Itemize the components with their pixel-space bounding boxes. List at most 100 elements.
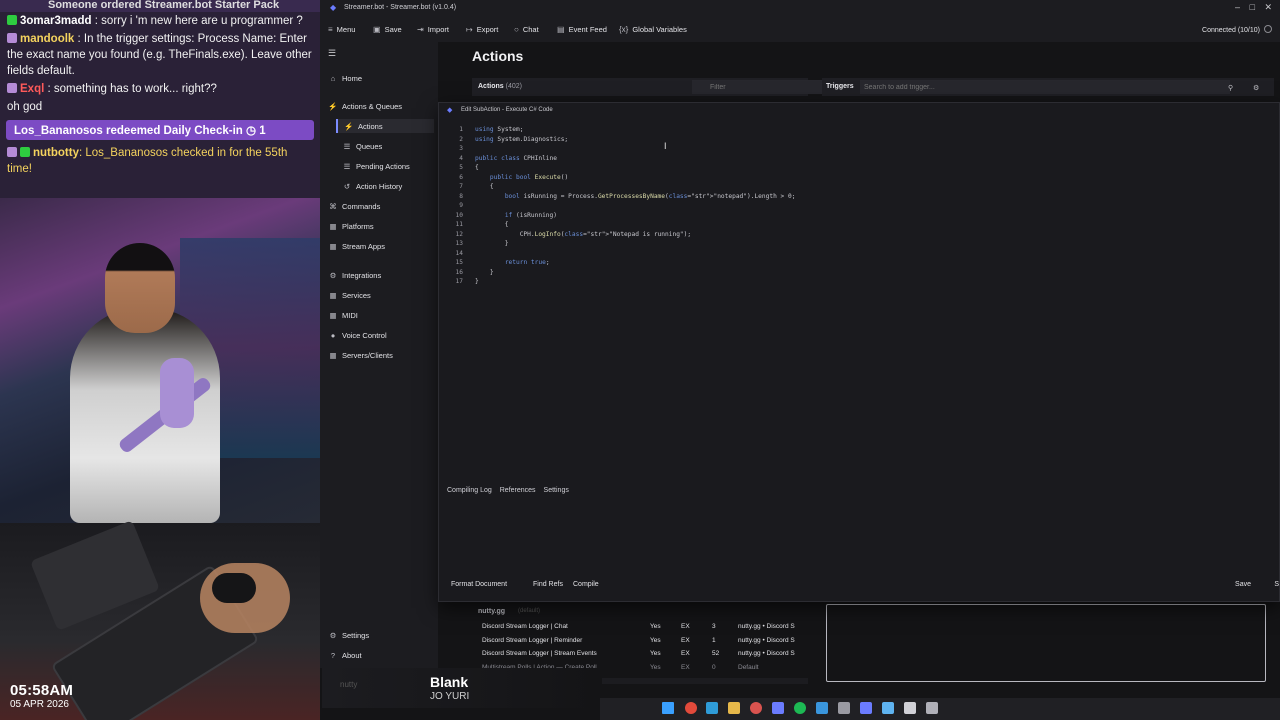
vscode-icon[interactable] (816, 702, 828, 714)
sidebar-item-label: Pending Actions (356, 162, 410, 171)
notepad-icon[interactable] (882, 702, 894, 714)
line-number: 2 (459, 135, 463, 143)
sidebar-item-servers-clients[interactable]: ▦ Servers/Clients (328, 351, 393, 360)
sidebar-item-commands[interactable]: ⌘ Commands (328, 202, 380, 211)
minimize-icon[interactable]: – (1235, 2, 1240, 12)
chat-lines: 3omar3madd : sorry i 'm new here are u p… (0, 12, 320, 116)
platforms-icon: ▦ (329, 222, 337, 231)
sidebar-item-integrations[interactable]: ⚙ Integrations (328, 271, 382, 280)
action-group-label: nutty.gg (478, 608, 506, 615)
format-document-button[interactable]: Format Document (451, 581, 507, 588)
table-row[interactable]: Discord Stream Logger | Reminder Yes EX 1 nu… (478, 635, 808, 648)
monitor-icon[interactable] (926, 702, 938, 714)
code-text: { (475, 221, 509, 228)
sidebar-item-voice-control[interactable]: ● Voice Control (328, 331, 387, 340)
code-editor[interactable]: 1 using System; 2 using System.Diagnostics;… (439, 123, 1280, 483)
sidebar-item-settings[interactable]: ⚙ Settings (328, 631, 369, 640)
connection-status[interactable]: Connected (10/10) (1202, 25, 1272, 34)
streamerbot-logo-icon: ◆ (447, 107, 453, 114)
code-text: if (isRunning) (504, 211, 557, 219)
menu-item-chat[interactable]: ○ Chat (514, 25, 539, 34)
terminal-icon[interactable] (838, 702, 850, 714)
menu-item-label: Event Feed (568, 25, 607, 34)
filter-input[interactable] (692, 80, 840, 94)
menu-item-label: Chat (522, 25, 539, 34)
sidebar-item-midi[interactable]: ▦ MIDI (328, 311, 357, 320)
menu-item-event-feed[interactable]: ▤ Event Feed (557, 25, 607, 34)
menu-item-save[interactable]: ▣ Save (373, 25, 402, 34)
tab-compiling-log[interactable]: Compiling Log (447, 487, 492, 494)
sidebar-item-label: Servers/Clients (342, 351, 393, 360)
line-number: 17 (455, 278, 463, 285)
table-row[interactable]: Discord Stream Logger | Stream Events Yes… (478, 648, 808, 661)
sidebar-item-queues[interactable]: ☰ Queues (342, 142, 383, 151)
sidebar-item-stream-apps[interactable]: ▦ Stream Apps (328, 242, 385, 251)
chat-bot-line: nutbotty: Los_Bananosos checked in for t… (0, 144, 320, 178)
menu-item-import[interactable]: ⇥ Import (417, 25, 449, 34)
cell-enabled: Yes (650, 663, 661, 671)
find-refs-button[interactable]: Find Refs (533, 581, 563, 588)
compile-button[interactable]: Compile (573, 581, 599, 588)
sidebar-item-label: Commands (342, 202, 381, 211)
search-icon[interactable]: ⚲ (1228, 84, 1233, 92)
table-row[interactable]: Discord Stream Logger | Chat Yes EX 3 nutty.… (478, 621, 808, 634)
streamerbot-icon[interactable] (860, 702, 872, 714)
tab-settings[interactable]: Settings (544, 487, 569, 494)
obs-icon[interactable] (750, 702, 762, 714)
cell-ex: EX (681, 663, 690, 671)
app-icon[interactable] (904, 702, 916, 714)
now-playing-artist: JO YURI (430, 691, 470, 702)
code-text: } (475, 240, 509, 247)
now-playing-widget: nutty Blank JO YURI (322, 668, 602, 708)
close-icon[interactable]: ✕ (1264, 2, 1272, 13)
stream-apps-icon: ▦ (329, 242, 337, 251)
edge-icon[interactable] (706, 702, 718, 714)
spotify-icon[interactable] (794, 702, 806, 714)
chat-overlay: Someone ordered Streamer.bot Starter Pac… (0, 0, 320, 198)
secondary-button-partial[interactable]: S (1274, 581, 1279, 588)
menu-item-label: Menu (336, 25, 356, 34)
event-feed-icon: ▤ (557, 25, 565, 34)
chat-line: Exql : something has to work... right?? (0, 80, 320, 98)
microphone (160, 358, 194, 428)
menu-item-menu[interactable]: ≡ Menu (328, 25, 355, 34)
save-button[interactable]: Save (1235, 581, 1251, 588)
actions-icon: ⚡ (344, 122, 354, 131)
chrome-icon[interactable] (685, 702, 697, 714)
sidebar-item-label: Actions & Queues (342, 102, 403, 111)
folder-icon[interactable] (728, 702, 740, 714)
actions-header: Actions (402) ⚲ (472, 78, 840, 96)
maximize-icon[interactable]: □ (1250, 2, 1255, 12)
settings-icon: ⚙ (329, 631, 337, 640)
line-number: 4 (459, 154, 463, 162)
import-icon: ⇥ (417, 25, 424, 34)
tab-references[interactable]: References (500, 487, 536, 494)
hamburger-icon[interactable]: ☰ (328, 48, 336, 59)
trigger-search-input[interactable] (860, 80, 1230, 94)
menu-item-export[interactable]: ↦ Export (466, 25, 498, 34)
chat-badge-icon (7, 15, 17, 25)
discord-icon[interactable] (772, 702, 784, 714)
code-text: public class CPHInline (475, 154, 557, 162)
sidebar-item-home[interactable]: ⌂ Home (328, 74, 362, 83)
window-title: Streamer.bot - Streamer.bot (v1.0.4) (344, 4, 457, 11)
now-playing-user: nutty (340, 680, 358, 689)
gear-icon[interactable]: ⚙ (1253, 84, 1259, 92)
sidebar-item-about[interactable]: ? About (328, 651, 362, 660)
chat-line: mandoolk : In the trigger settings: Proc… (0, 30, 320, 80)
sidebar-item-platforms[interactable]: ▦ Platforms (328, 222, 373, 231)
menu-item-global-variables[interactable]: {x} Global Variables (619, 25, 687, 34)
connection-indicator-icon (1264, 25, 1272, 33)
triggers-list[interactable] (826, 604, 1266, 682)
sidebar-item-services[interactable]: ▦ Services (328, 291, 370, 300)
window-titlebar[interactable]: ◆ Streamer.bot - Streamer.bot (v1.0.4) –… (320, 0, 1280, 16)
line-number: 12 (455, 230, 463, 238)
sidebar-item-label: About (342, 651, 362, 660)
windows-start-icon[interactable] (662, 702, 674, 714)
sidebar-item-action-history[interactable]: ↺ Action History (342, 182, 402, 191)
code-text: { (475, 164, 479, 171)
line-number: 15 (455, 259, 463, 266)
sidebar-item-actions-queues[interactable]: ⚡ Actions & Queues (328, 102, 402, 111)
sidebar-item-actions[interactable]: ⚡ Actions (336, 119, 434, 133)
sidebar-item-pending-actions[interactable]: ☰ Pending Actions (342, 162, 410, 171)
